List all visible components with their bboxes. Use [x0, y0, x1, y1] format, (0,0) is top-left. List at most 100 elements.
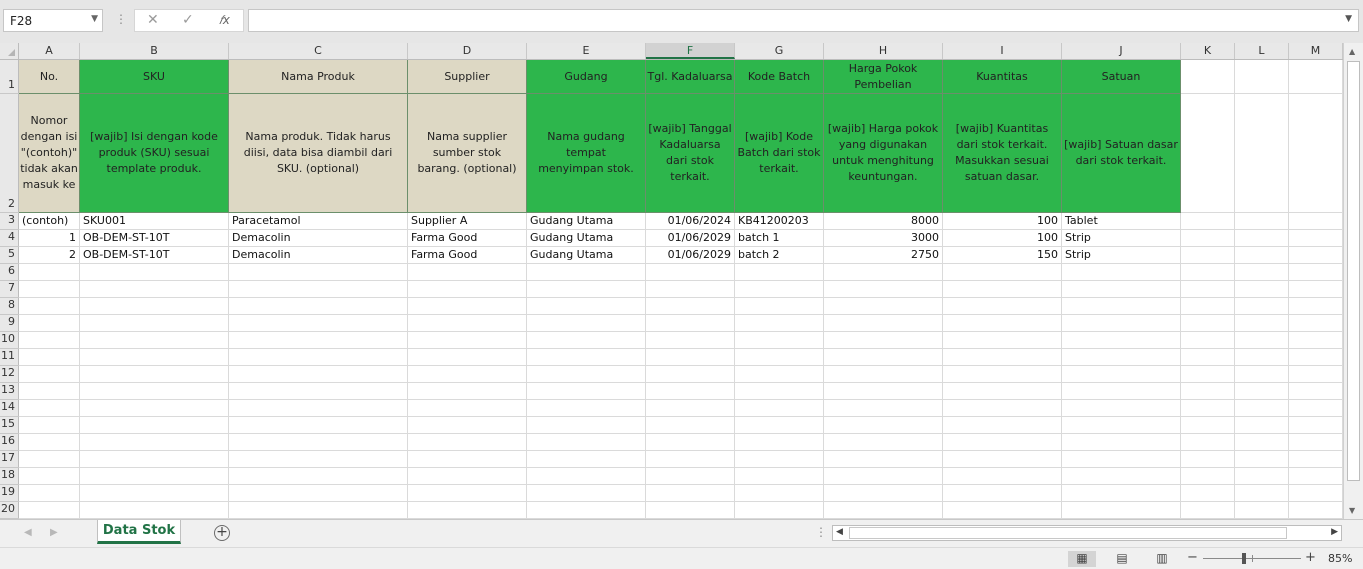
next-sheet-icon[interactable]: ▶ [50, 527, 58, 538]
header-cell-sku[interactable]: SKU [80, 60, 229, 94]
row-header-4[interactable]: 4 [0, 230, 19, 247]
row-header-15[interactable]: 15 [0, 417, 19, 434]
horizontal-scroll-thumb[interactable] [849, 527, 1287, 539]
page-layout-view-icon[interactable]: ▤ [1108, 551, 1136, 567]
chevron-down-icon[interactable]: ▼ [91, 14, 98, 24]
row-header-18[interactable]: 18 [0, 468, 19, 485]
header-cell-satuan[interactable]: Satuan [1062, 60, 1181, 94]
desc-cell-supplier[interactable]: Nama supplier sumber stok barang. (optio… [408, 94, 527, 213]
zoom-level[interactable]: 85% [1328, 552, 1352, 565]
cell-h5[interactable]: 2750 [824, 248, 942, 261]
row-header-12[interactable]: 12 [0, 366, 19, 383]
cell-e3[interactable]: Gudang Utama [527, 214, 645, 227]
scroll-up-icon[interactable]: ▲ [1349, 47, 1355, 56]
cell-b4[interactable]: OB-DEM-ST-10T [80, 231, 228, 244]
cell-c4[interactable]: Demacolin [229, 231, 407, 244]
cell-i5[interactable]: 150 [943, 248, 1061, 261]
desc-cell-sku[interactable]: [wajib] Isi dengan kode produk (SKU) ses… [80, 94, 229, 213]
expand-formula-chevron-icon[interactable]: ▼ [1345, 14, 1352, 24]
cell-g4[interactable]: batch 1 [735, 231, 823, 244]
row-header-9[interactable]: 9 [0, 315, 19, 332]
column-header-e[interactable]: E [527, 43, 646, 59]
select-all-corner[interactable] [0, 43, 19, 59]
row-header-2[interactable]: 2 [0, 94, 19, 213]
zoom-in-icon[interactable]: + [1305, 550, 1316, 565]
row-header-11[interactable]: 11 [0, 349, 19, 366]
scroll-left-icon[interactable]: ◀ [836, 527, 843, 537]
row-header-16[interactable]: 16 [0, 434, 19, 451]
cell-a5[interactable]: 2 [19, 248, 79, 261]
more-options-icon[interactable]: ⋮ [115, 12, 127, 26]
desc-cell-harga-pokok[interactable]: [wajib] Harga pokok yang digunakan untuk… [824, 94, 943, 213]
cell-b3[interactable]: SKU001 [80, 214, 228, 227]
plus-circle-icon[interactable]: + [214, 525, 230, 541]
header-cell-no[interactable]: No. [19, 60, 80, 94]
column-header-c[interactable]: C [229, 43, 408, 59]
cell-j4[interactable]: Strip [1062, 231, 1180, 244]
cell-g3[interactable]: KB41200203 [735, 214, 823, 227]
vertical-scroll-thumb[interactable] [1347, 61, 1360, 481]
vertical-scrollbar[interactable]: ▲ ▼ [1343, 43, 1363, 520]
cell-grid[interactable]: No. SKU Nama Produk Supplier Gudang Tgl.… [19, 60, 1343, 520]
row-header-14[interactable]: 14 [0, 400, 19, 417]
column-header-l[interactable]: L [1235, 43, 1289, 59]
zoom-slider-thumb[interactable] [1242, 553, 1246, 564]
cell-a4[interactable]: 1 [19, 231, 79, 244]
cell-i4[interactable]: 100 [943, 231, 1061, 244]
scroll-down-icon[interactable]: ▼ [1349, 506, 1355, 515]
cell-d5[interactable]: Farma Good [408, 248, 526, 261]
formula-input[interactable]: ▼ [248, 9, 1359, 32]
row-header-3[interactable]: 3 [0, 213, 19, 230]
cell-f5[interactable]: 01/06/2029 [646, 248, 734, 261]
prev-sheet-icon[interactable]: ◀ [24, 527, 32, 538]
header-cell-kuantitas[interactable]: Kuantitas [943, 60, 1062, 94]
cell-e5[interactable]: Gudang Utama [527, 248, 645, 261]
cell-j3[interactable]: Tablet [1062, 214, 1180, 227]
check-icon[interactable]: ✓ [182, 12, 194, 28]
cell-g5[interactable]: batch 2 [735, 248, 823, 261]
row-header-13[interactable]: 13 [0, 383, 19, 400]
header-cell-kode-batch[interactable]: Kode Batch [735, 60, 824, 94]
row-header-10[interactable]: 10 [0, 332, 19, 349]
name-box[interactable]: F28 ▼ [3, 9, 103, 32]
column-header-k[interactable]: K [1181, 43, 1235, 59]
column-header-m[interactable]: M [1289, 43, 1343, 59]
desc-cell-no[interactable]: Nomor dengan isi "(contoh)" tidak akan m… [19, 94, 80, 213]
cell-f4[interactable]: 01/06/2029 [646, 231, 734, 244]
header-cell-harga-pokok[interactable]: Harga Pokok Pembelian [824, 60, 943, 94]
desc-cell-kuantitas[interactable]: [wajib] Kuantitas dari stok terkait. Mas… [943, 94, 1062, 213]
tab-split-handle-icon[interactable]: ⋮ [815, 525, 827, 539]
header-cell-nama-produk[interactable]: Nama Produk [229, 60, 408, 94]
cell-h4[interactable]: 3000 [824, 231, 942, 244]
desc-cell-kode-batch[interactable]: [wajib] Kode Batch dari stok terkait. [735, 94, 824, 213]
row-header-6[interactable]: 6 [0, 264, 19, 281]
cell-j5[interactable]: Strip [1062, 248, 1180, 261]
header-cell-gudang[interactable]: Gudang [527, 60, 646, 94]
function-icon[interactable]: 𝑓x [219, 13, 230, 28]
cell-d4[interactable]: Farma Good [408, 231, 526, 244]
column-header-i[interactable]: I [943, 43, 1062, 59]
row-header-8[interactable]: 8 [0, 298, 19, 315]
horizontal-scrollbar[interactable]: ◀ ▶ [832, 525, 1342, 541]
cell-e4[interactable]: Gudang Utama [527, 231, 645, 244]
cell-i3[interactable]: 100 [943, 214, 1061, 227]
row-header-7[interactable]: 7 [0, 281, 19, 298]
sheet-tab-data-stok[interactable]: Data Stok [97, 520, 181, 544]
desc-cell-tgl-kadaluarsa[interactable]: [wajib] Tanggal Kadaluarsa dari stok ter… [646, 94, 735, 213]
column-header-d[interactable]: D [408, 43, 527, 59]
cell-a3[interactable]: (contoh) [19, 214, 79, 227]
column-header-j[interactable]: J [1062, 43, 1181, 59]
cell-c5[interactable]: Demacolin [229, 248, 407, 261]
desc-cell-gudang[interactable]: Nama gudang tempat menyimpan stok. [527, 94, 646, 213]
cell-c3[interactable]: Paracetamol [229, 214, 407, 227]
row-header-20[interactable]: 20 [0, 502, 19, 519]
row-header-5[interactable]: 5 [0, 247, 19, 264]
cell-d3[interactable]: Supplier A [408, 214, 526, 227]
row-header-17[interactable]: 17 [0, 451, 19, 468]
cell-b5[interactable]: OB-DEM-ST-10T [80, 248, 228, 261]
cell-f3[interactable]: 01/06/2024 [646, 214, 734, 227]
column-header-g[interactable]: G [735, 43, 824, 59]
column-header-a[interactable]: A [19, 43, 80, 59]
header-cell-tgl-kadaluarsa[interactable]: Tgl. Kadaluarsa [646, 60, 735, 94]
row-header-1[interactable]: 1 [0, 60, 19, 94]
